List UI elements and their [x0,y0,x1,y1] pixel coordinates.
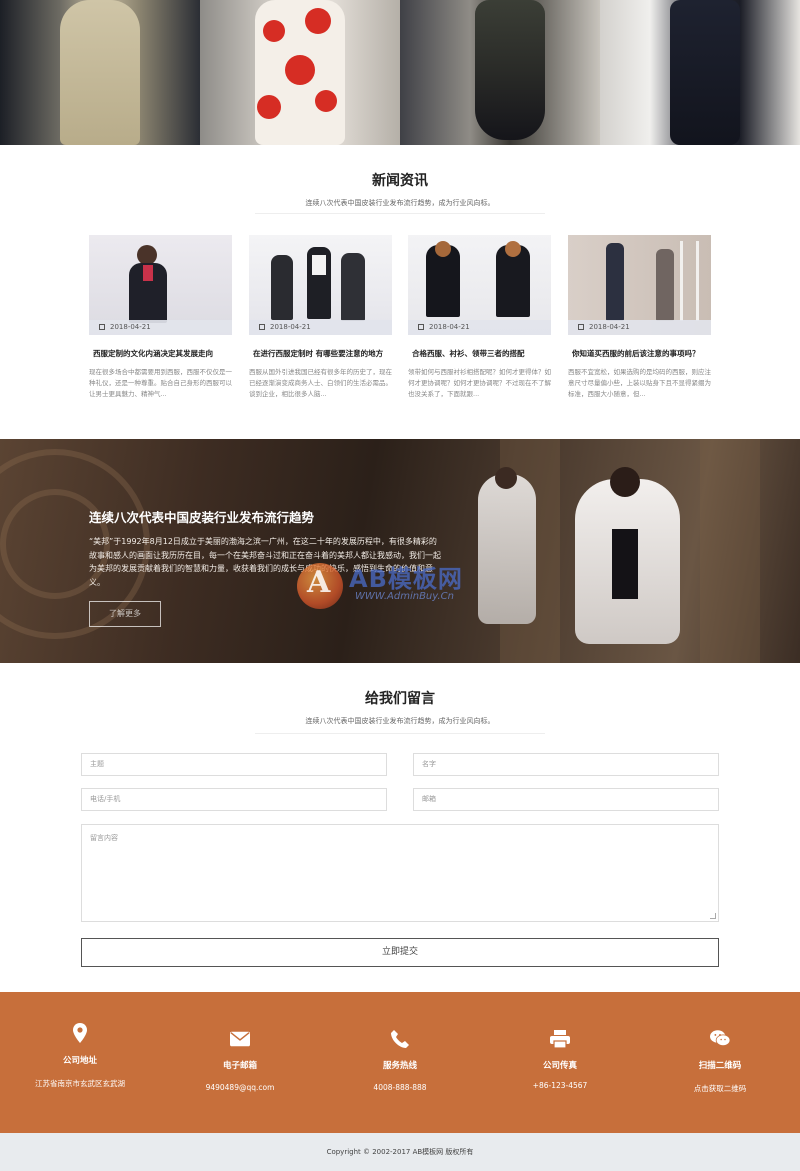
news-thumbnail[interactable]: 2018-04-21 [408,235,551,335]
news-item-desc: 西服从国外引进我国已经有很多年的历史了，现在已经逐渐演变成商务人士、白领们的生活… [249,368,392,398]
fashion-gallery [0,0,800,145]
contact-label: 服务热线 [382,1061,417,1071]
map-pin-icon [70,1022,90,1044]
news-card[interactable]: 2018-04-21 在进行西服定制时 有哪些要注意的地方 西服从国外引进我国已… [249,235,392,415]
divider [255,733,545,734]
contact-label: 电子邮箱 [222,1061,257,1071]
gallery-photo[interactable] [0,0,200,145]
news-item-title[interactable]: 在进行西服定制时 有哪些要注意的地方 [249,348,392,359]
news-title: 新闻资讯 [372,173,428,189]
news-thumbnail[interactable]: 2018-04-21 [568,235,711,335]
contact-footer: 公司地址 江苏省南京市玄武区玄武湖 电子邮箱 9490489@qq.com 服务… [0,992,800,1133]
news-date: 2018-04-21 [89,320,232,335]
news-list: 2018-04-21 西服定制的文化内涵决定其发展走向 现在很多场合中都需要用到… [89,235,711,415]
name-input[interactable]: 名字 [413,753,719,776]
contact-address: 公司地址 江苏省南京市玄武区玄武湖 [0,992,160,1133]
news-subtitle: 连续八次代表中国皮装行业发布流行趋势，成为行业风向标。 [305,199,495,207]
message-title: 给我们留言 [365,691,435,707]
contact-email: 电子邮箱 9490489@qq.com [160,992,320,1133]
contact-value: 江苏省南京市玄武区玄武湖 [35,1079,125,1088]
news-card[interactable]: 2018-04-21 西服定制的文化内涵决定其发展走向 现在很多场合中都需要用到… [89,235,232,415]
wechat-icon[interactable] [710,1027,730,1049]
news-item-desc: 领带如何与西服衬衫相搭配呢？如何才更得体？如何才更协调呢？如何才更协调呢？不过现… [408,368,551,398]
printer-icon [550,1028,570,1050]
news-card[interactable]: 2018-04-21 合格西服、衬衫、领带三者的搭配 领带如何与西服衬衫相搭配呢… [408,235,551,415]
news-thumbnail[interactable]: 2018-04-21 [249,235,392,335]
phone-icon [390,1028,410,1050]
news-item-desc: 现在很多场合中都需要用到西服，西服不仅仅是一种礼仪，还是一种尊重。贴合自己身形的… [89,368,232,398]
learn-more-button[interactable]: 了解更多 [89,601,161,627]
contact-label: 扫描二维码 [698,1061,742,1071]
contact-fax: 公司传真 +86-123-4567 [480,992,640,1133]
calendar-icon [259,324,265,330]
watermark-url: WWW.AdminBuy.Cn [355,591,454,602]
banner-title: 连续八次代表中国皮装行业发布流行趋势 [89,510,315,525]
calendar-icon [578,324,584,330]
watermark-text: AB模板网 [349,565,463,593]
contact-qrcode: 扫描二维码 点击获取二维码 [640,992,800,1133]
message-subtitle: 连续八次代表中国皮装行业发布流行趋势，成为行业风向标。 [305,717,495,725]
copyright: Copyright © 2002-2017 AB模板网 版权所有 [0,1133,800,1171]
gallery-photo[interactable] [400,0,600,145]
contact-value[interactable]: 9490489@qq.com [160,1083,320,1092]
news-item-title[interactable]: 你知道买西服的前后该注意的事项吗？ [568,348,711,359]
news-card[interactable]: 2018-04-21 你知道买西服的前后该注意的事项吗？ 西服不宜宽松，如果选购… [568,235,711,415]
message-textarea[interactable]: 留言内容 [81,824,719,922]
news-date: 2018-04-21 [568,320,711,335]
calendar-icon [99,324,105,330]
news-date: 2018-04-21 [249,320,392,335]
news-item-title[interactable]: 合格西服、衬衫、领带三者的搭配 [408,348,551,359]
watermark-logo: A AB模板网 WWW.AdminBuy.Cn [297,559,537,619]
resize-handle[interactable] [710,913,716,919]
contact-label: 公司传真 [542,1061,577,1071]
email-input[interactable]: 邮箱 [413,788,719,811]
promo-banner: 连续八次代表中国皮装行业发布流行趋势 “美邦”于1992年8月12日成立于美丽的… [0,439,800,663]
contact-label: 公司地址 [62,1056,97,1066]
contact-hotline: 服务热线 4008-888-888 [320,992,480,1133]
gallery-photo[interactable] [200,0,400,145]
divider [255,213,545,214]
contact-value: +86-123-4567 [532,1081,588,1090]
news-date: 2018-04-21 [408,320,551,335]
subject-input[interactable]: 主题 [81,753,387,776]
news-item-desc: 西服不宜宽松，如果选购的是均码的西服，则应注意尺寸尽量偏小些，上装以贴身下且不显… [568,368,711,398]
gallery-photo[interactable] [600,0,800,145]
envelope-icon [230,1028,250,1050]
news-item-title[interactable]: 西服定制的文化内涵决定其发展走向 [89,348,232,359]
news-thumbnail[interactable]: 2018-04-21 [89,235,232,335]
contact-value: 4008-888-888 [373,1083,427,1092]
submit-button[interactable]: 立即提交 [81,938,719,967]
phone-input[interactable]: 电话/手机 [81,788,387,811]
qrcode-link[interactable]: 点击获取二维码 [640,1083,800,1094]
calendar-icon [418,324,424,330]
